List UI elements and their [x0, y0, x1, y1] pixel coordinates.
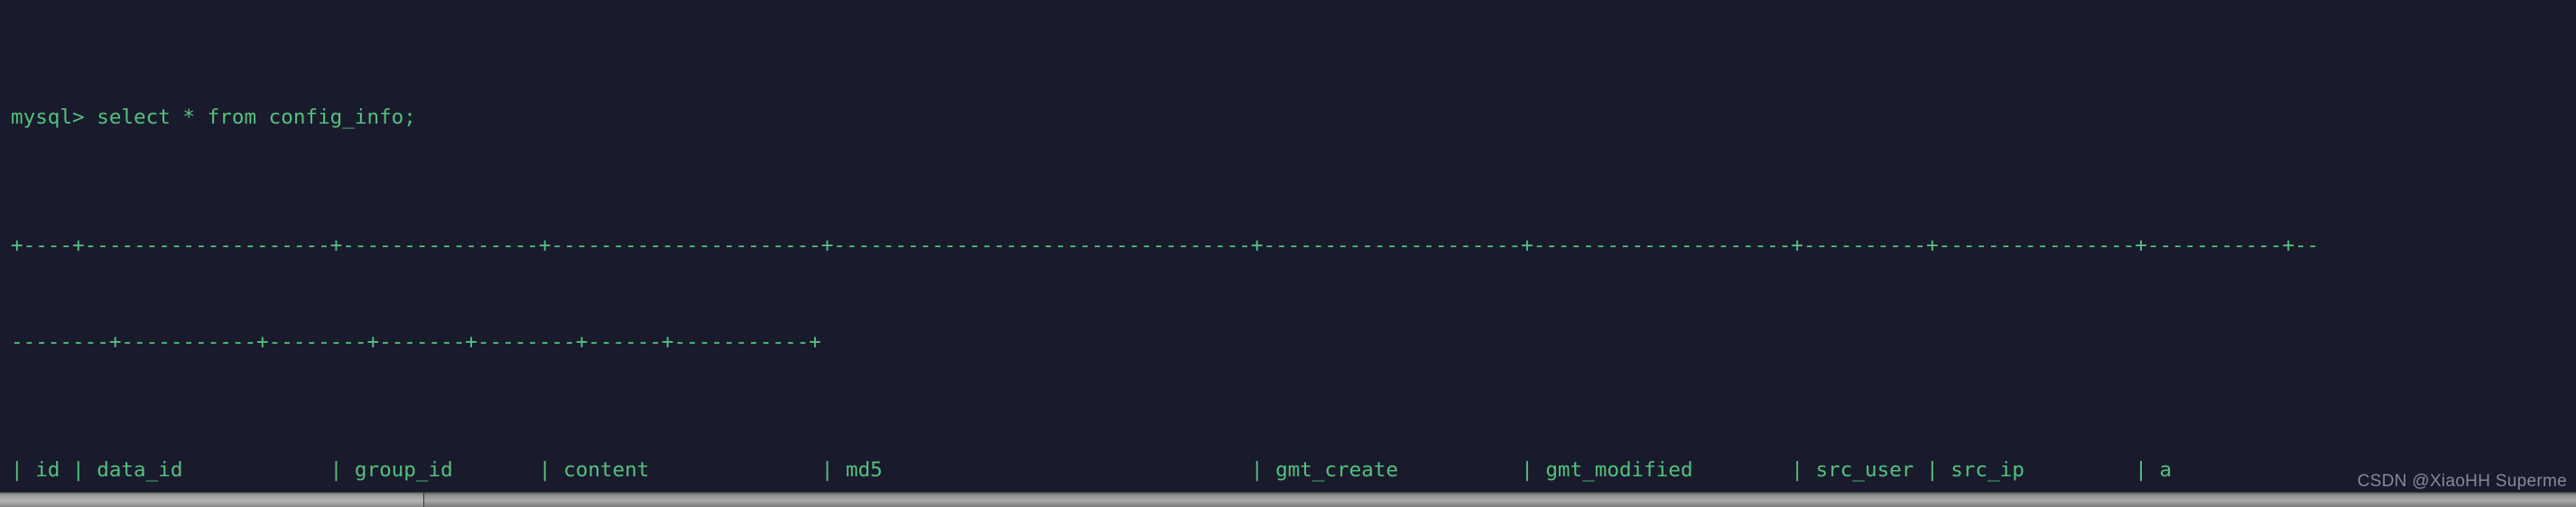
- command-line: mysql> select * from config_info;: [11, 105, 416, 129]
- watermark-label: CSDN @XiaoHH Superme: [2357, 472, 2567, 491]
- table-separator-top-part1: +----+--------------------+-------------…: [11, 234, 2320, 258]
- scrollbar-thumb[interactable]: [0, 493, 424, 507]
- table-separator-top-part2: --------+-----------+--------+-------+--…: [11, 329, 821, 354]
- terminal-screen[interactable]: mysql> select * from config_info; +----+…: [0, 0, 2576, 492]
- table-header-part1: | id | data_id | group_id | content | md…: [11, 458, 2173, 483]
- horizontal-scrollbar[interactable]: [0, 492, 2576, 507]
- terminal-window: mysql> select * from config_info; +----+…: [0, 0, 2576, 507]
